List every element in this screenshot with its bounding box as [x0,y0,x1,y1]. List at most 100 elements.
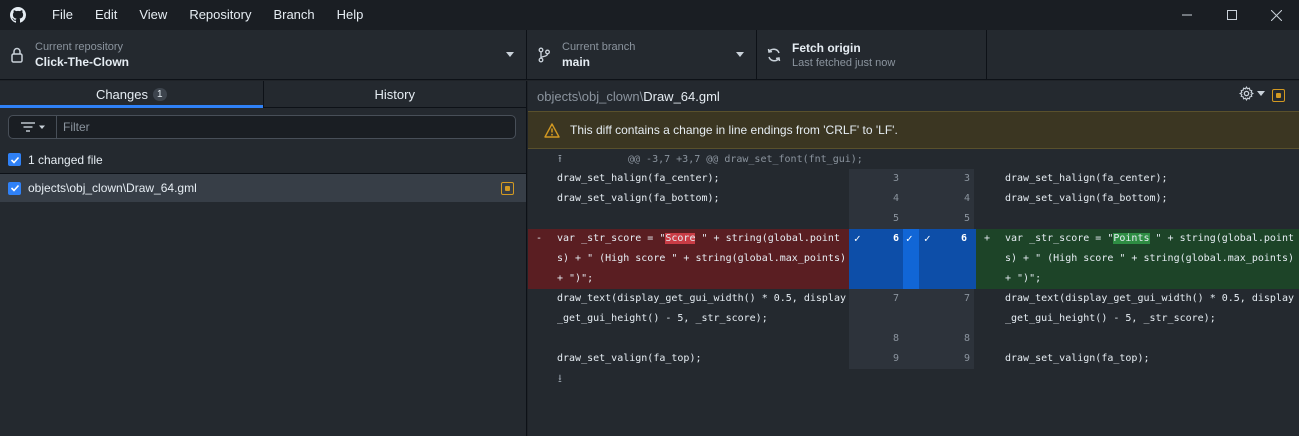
filter-icon [20,122,45,132]
tab-changes-label: Changes [95,86,148,102]
left-code: draw_text(display_get_gui_width() * 0.5,… [557,293,846,304]
filter-box [8,115,516,139]
file-list-item[interactable]: objects\obj_clown\Draw_64.gml [0,174,526,202]
select-all-checkbox[interactable] [8,153,21,166]
diff-table: ⭱ @@ -3,7 +3,7 @@ draw_set_font(fnt_gui)… [528,149,1299,389]
chevron-down-icon [1257,91,1265,96]
right-line-number[interactable]: 8 [919,329,974,349]
added-line: var _str_score = "Points " + string(glob… [1005,233,1294,244]
file-path: objects\obj_clown\Draw_64.gml [28,181,197,195]
line-ending-warning: This diff contains a change in line endi… [528,111,1299,149]
right-code: draw_set_valign(fa_top); [1005,353,1150,364]
hunk-header-text: @@ -3,7 +3,7 @@ draw_set_font(fnt_gui); [628,153,863,165]
branch-name: main [562,55,591,69]
window-controls [1164,0,1299,30]
filter-input[interactable] [57,116,515,138]
right-line-number[interactable]: 9 [919,349,974,369]
current-repository-button[interactable]: Current repository Click-The-Clown [0,30,527,80]
left-line-number[interactable]: 9 [849,349,903,369]
filter-row [0,108,526,146]
check-icon [10,156,19,164]
diff-row: _get_gui_height() - 5, _str_score); _get… [528,309,1299,329]
left-line-number[interactable]: 4 [849,189,903,209]
changed-files-count: 1 changed file [28,152,103,167]
right-line-number[interactable]: 7 [919,289,974,309]
added-word-highlight: Points [1113,233,1150,244]
title-bar: File Edit View Repository Branch Help [0,0,1299,30]
tab-history[interactable]: History [262,81,527,107]
deleted-line-wrap: s) + " (High score " + string(global.max… [557,253,846,264]
left-code: _get_gui_height() - 5, _str_score); [557,313,768,324]
menu-help[interactable]: Help [326,0,375,30]
left-code: draw_set_halign(fa_center); [557,173,720,184]
left-code: draw_set_valign(fa_top); [557,353,702,364]
repository-name: Click-The-Clown [35,55,130,69]
diff-path-file: Draw_64.gml [643,88,720,104]
menu-bar: File Edit View Repository Branch Help [41,0,374,30]
sidebar-tabs: Changes 1 History [0,81,526,108]
right-line-number[interactable]: 6 [919,229,971,249]
left-line-number[interactable]: 6 [849,229,903,249]
right-code: _get_gui_height() - 5, _str_score); [1005,313,1216,324]
diff-row: draw_set_halign(fa_center); 3 3 draw_set… [528,169,1299,189]
minimize-icon[interactable] [1164,0,1209,30]
maximize-icon[interactable] [1209,0,1254,30]
left-code: draw_set_valign(fa_bottom); [557,193,720,204]
expand-down-row: ⭳ [528,369,1299,389]
left-line-number[interactable]: 3 [849,169,903,189]
deleted-sign: - [536,233,543,244]
right-line-number[interactable]: 5 [919,209,974,229]
menu-view[interactable]: View [128,0,178,30]
fetch-status: Last fetched just now [792,57,896,69]
diff-header: objects\obj_clown\ Draw_64.gml [528,81,1299,111]
fetch-origin-button[interactable]: Fetch origin Last fetched just now [757,30,987,80]
right-line-number[interactable]: 3 [919,169,974,189]
chevron-down-icon [736,52,744,57]
changed-block: - var _str_score = "Score " + string(glo… [528,229,1299,289]
tab-changes[interactable]: Changes 1 [0,81,263,108]
branch-label: Current branch [562,41,636,53]
menu-edit[interactable]: Edit [84,0,128,30]
left-line-number[interactable]: 5 [849,209,903,229]
github-logo-icon [3,0,33,30]
right-line-number[interactable] [919,309,974,329]
diff-row: 5 5 [528,209,1299,229]
left-line-number[interactable] [849,309,903,329]
diff-settings-button[interactable] [1239,86,1265,101]
chevron-down-icon [506,52,514,57]
deleted-word-highlight: Score [665,233,696,244]
left-line-number[interactable]: 8 [849,329,903,349]
branch-icon [536,47,552,63]
toolbar: Current repository Click-The-Clown Curre… [0,30,1299,80]
expand-down-icon[interactable]: ⭳ [558,370,562,389]
right-line-number[interactable]: 4 [919,189,974,209]
menu-file[interactable]: File [41,0,84,30]
diff-path-directory: objects\obj_clown\ [537,88,644,104]
expand-up-icon[interactable]: ⭱ [558,150,580,169]
changes-sidebar: Changes 1 History 1 changed file objects… [0,81,527,436]
right-code: draw_text(display_get_gui_width() * 0.5,… [1005,293,1294,304]
sync-icon [766,47,782,63]
filter-options-button[interactable] [9,116,57,138]
deleted-line: var _str_score = "Score " + string(globa… [557,233,840,244]
warning-text: This diff contains a change in line endi… [570,123,898,137]
close-icon[interactable] [1254,0,1299,30]
right-code [1005,209,1299,229]
select-all-row: 1 changed file [0,146,526,174]
left-line-number[interactable]: 7 [849,289,903,309]
modified-icon [1272,89,1285,102]
menu-branch[interactable]: Branch [262,0,325,30]
diff-row: draw_set_valign(fa_top); 9 9 draw_set_va… [528,349,1299,369]
added-line-wrap: s) + " (High score " + string(global.max… [1005,253,1294,264]
menu-repository[interactable]: Repository [178,0,262,30]
left-code [557,209,849,229]
current-branch-button[interactable]: Current branch main [527,30,757,80]
gear-icon [1239,86,1254,101]
file-checkbox[interactable] [8,181,21,195]
modified-icon [501,182,514,195]
repository-label: Current repository [35,41,124,53]
check-icon [10,184,19,192]
added-line-wrap: + ")"; [1005,273,1042,284]
fetch-title: Fetch origin [792,41,861,55]
diff-row: 8 8 [528,329,1299,349]
